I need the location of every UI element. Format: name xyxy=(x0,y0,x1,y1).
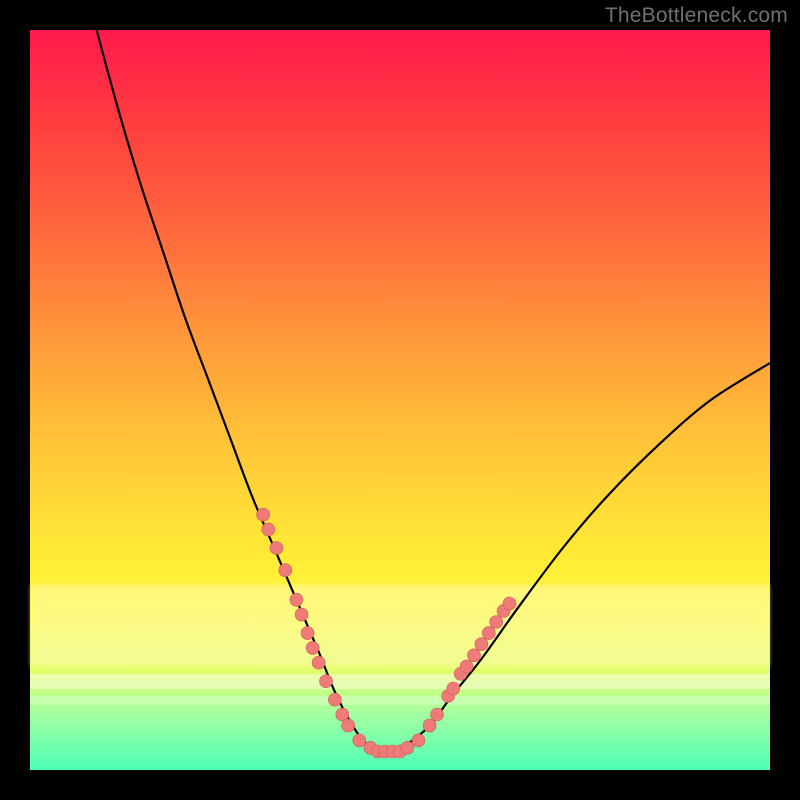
data-dot xyxy=(447,682,460,695)
data-dot xyxy=(460,660,473,673)
data-dot xyxy=(353,734,366,747)
data-dot xyxy=(503,597,516,610)
data-dot xyxy=(431,708,444,721)
data-dot xyxy=(423,719,436,732)
bottleneck-curve xyxy=(97,30,770,753)
data-dot xyxy=(328,693,341,706)
data-dot xyxy=(412,734,425,747)
data-dot xyxy=(468,649,481,662)
data-dot xyxy=(290,593,303,606)
data-dot xyxy=(279,564,292,577)
watermark-text: TheBottleneck.com xyxy=(605,4,788,28)
data-dot xyxy=(295,608,308,621)
data-dot xyxy=(401,741,414,754)
data-dot xyxy=(475,638,488,651)
data-dot xyxy=(270,542,283,555)
data-dot xyxy=(257,508,270,521)
curve-layer xyxy=(30,30,770,770)
data-dots xyxy=(257,508,516,758)
data-dot xyxy=(306,641,319,654)
data-dot xyxy=(301,627,314,640)
data-dot xyxy=(320,675,333,688)
data-dot xyxy=(262,523,275,536)
data-dot xyxy=(312,656,325,669)
data-dot xyxy=(490,616,503,629)
data-dot xyxy=(342,719,355,732)
data-dot xyxy=(482,627,495,640)
